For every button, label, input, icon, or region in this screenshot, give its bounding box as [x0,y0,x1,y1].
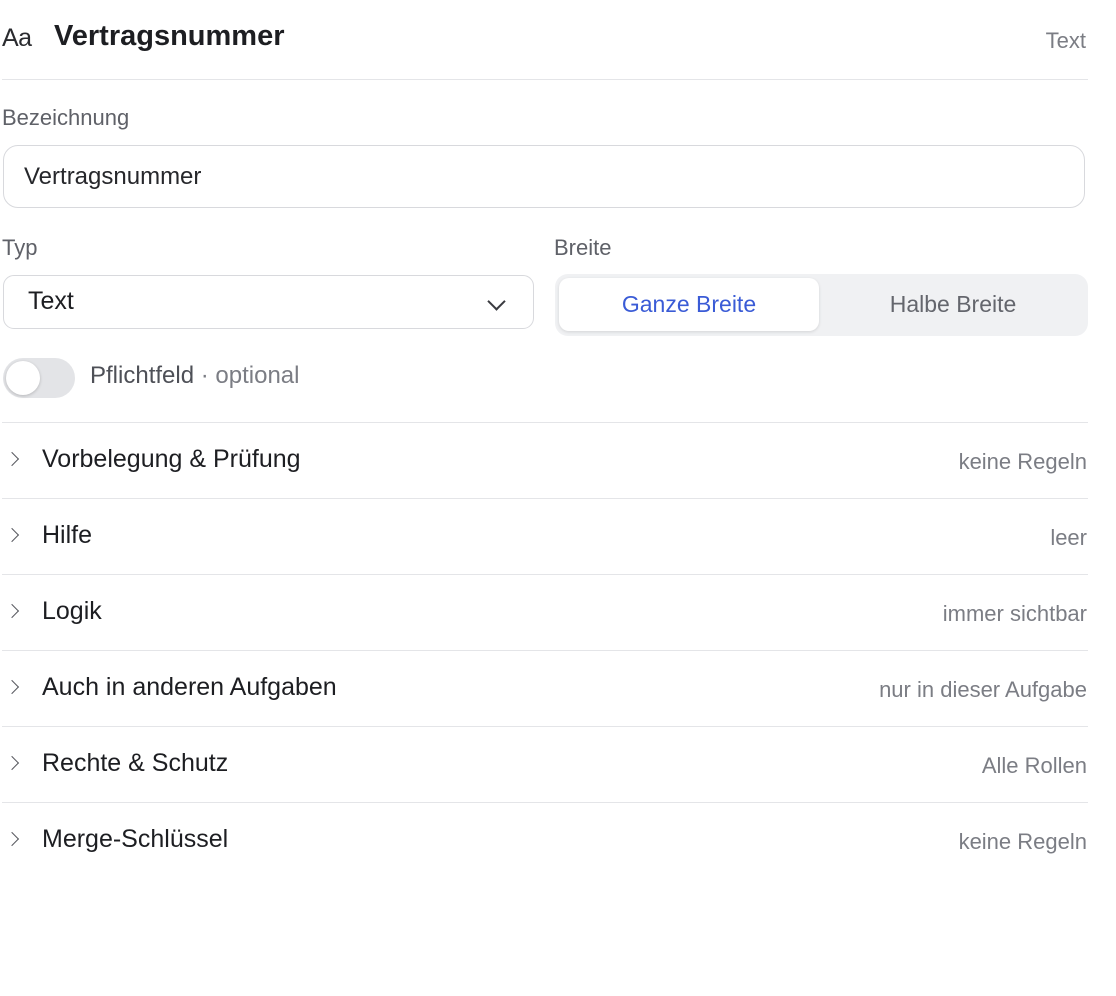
section-title: Logik [42,597,102,625]
section-title: Auch in anderen Aufgaben [42,673,337,701]
field-header: Aa Vertragsnummer Text [2,0,1088,80]
required-state: optional [215,362,300,389]
chevron-right-icon [4,451,20,467]
width-option-full[interactable]: Ganze Breite [559,278,819,331]
text-type-icon: Aa [2,24,32,52]
section-title: Merge-Schlüssel [42,825,229,853]
required-label: Pflichtfeld [90,362,195,389]
section-summary: nur in dieser Aufgabe [879,677,1087,702]
type-select[interactable]: Text [3,275,534,329]
section-defaults-validation[interactable]: Vorbelegung & Prüfung keine Regeln [2,422,1088,498]
field-type-badge: Text [1045,28,1086,53]
section-logic[interactable]: Logik immer sichtbar [2,574,1088,650]
section-title: Hilfe [42,521,93,549]
required-toggle[interactable] [3,358,75,398]
section-summary: keine Regeln [958,829,1087,854]
chevron-right-icon [4,527,20,543]
section-permissions[interactable]: Rechte & Schutz Alle Rollen [2,726,1088,802]
toggle-knob [6,361,40,395]
separator-dot: · [200,362,209,389]
chevron-right-icon [4,831,20,847]
settings-sections: Vorbelegung & Prüfung keine Regeln Hilfe… [2,422,1088,878]
section-title: Vorbelegung & Prüfung [42,445,301,473]
section-summary: Alle Rollen [981,753,1087,778]
chevron-right-icon [4,679,20,695]
width-segmented-control: Ganze Breite Halbe Breite [555,274,1088,336]
width-label: Breite [554,235,612,260]
type-select-value: Text [28,287,74,315]
section-other-tasks[interactable]: Auch in anderen Aufgaben nur in dieser A… [2,650,1088,726]
section-help[interactable]: Hilfe leer [2,498,1088,574]
type-label: Typ [2,235,38,260]
chevron-down-icon [487,292,506,311]
section-summary: immer sichtbar [942,601,1087,626]
name-label: Bezeichnung [2,105,130,130]
field-title: Vertragsnummer [54,20,285,52]
width-option-half[interactable]: Halbe Breite [823,278,1083,331]
chevron-right-icon [4,755,20,771]
section-title: Rechte & Schutz [42,749,229,777]
field-editor-panel: Aa Vertragsnummer Text Bezeichnung Typ T… [2,0,1088,854]
section-merge-key[interactable]: Merge-Schlüssel keine Regeln [2,802,1088,878]
chevron-right-icon [4,603,20,619]
section-summary: leer [1050,525,1087,550]
section-summary: keine Regeln [958,449,1087,474]
name-input[interactable] [3,145,1085,208]
required-toggle-label: Pflichtfeld · optional [90,362,299,390]
